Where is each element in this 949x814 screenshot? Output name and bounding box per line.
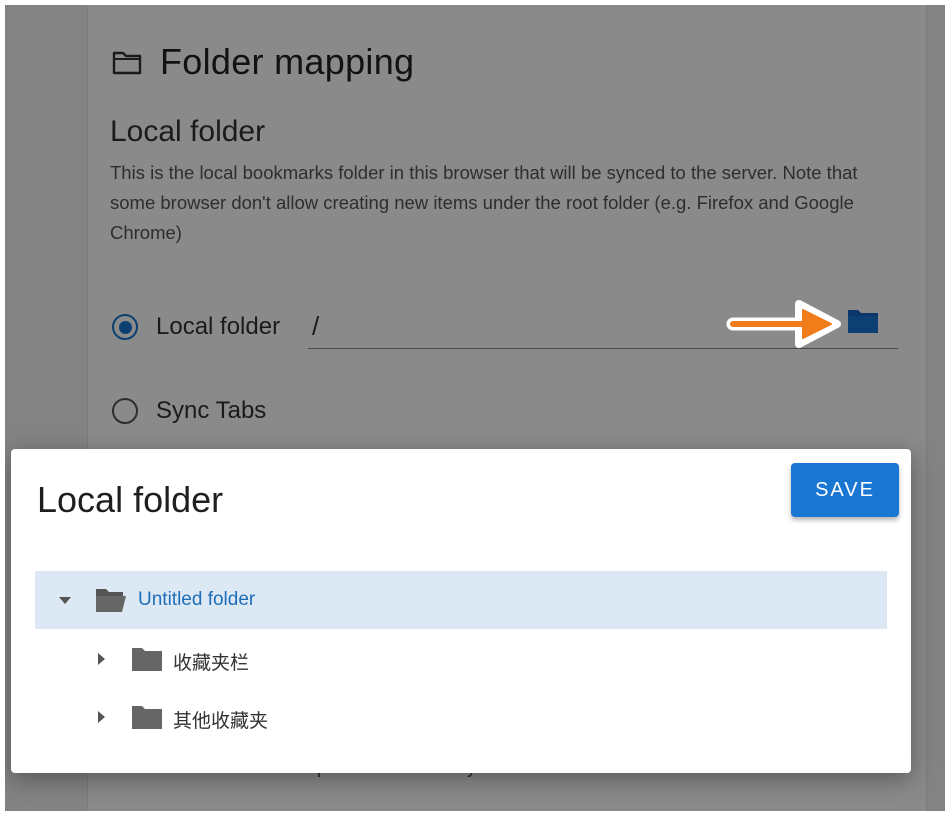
tree-item-untitled-folder[interactable]: Untitled folder [35,571,887,629]
browser-viewport: Folder mapping Local folder This is the … [5,5,945,811]
dialog-title: Local folder [37,479,224,520]
tree-item-label: 其他收藏夹 [173,711,269,732]
tree-item-label: Untitled folder [138,589,256,610]
folder-tree: Untitled folder 收藏夹栏 其他收藏夹 [35,571,887,745]
tree-item-favorites-bar[interactable]: 收藏夹栏 [35,629,887,687]
tree-item-other-favorites[interactable]: 其他收藏夹 [35,687,887,745]
save-button[interactable]: SAVE [791,463,899,517]
local-folder-dialog: Local folder SAVE Untitled folder 收藏夹栏 其… [11,449,911,773]
caret-right-icon[interactable] [94,710,108,724]
folder-icon [132,706,162,729]
screenshot-frame: Folder mapping Local folder This is the … [0,0,949,814]
folder-icon [132,648,162,671]
arrow-right-icon [726,300,841,348]
tree-item-label: 收藏夹栏 [173,653,250,674]
caret-right-icon[interactable] [94,652,108,666]
folder-open-icon [96,589,126,612]
caret-down-icon[interactable] [58,593,72,607]
